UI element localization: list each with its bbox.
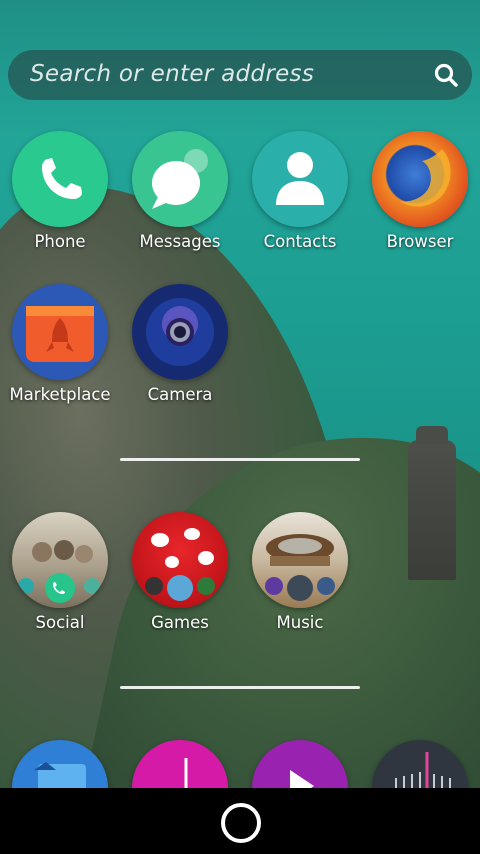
wallpaper-tower bbox=[408, 426, 456, 580]
app-camera[interactable]: Camera bbox=[120, 284, 240, 404]
app-label: Messages bbox=[139, 232, 221, 251]
marketplace-icon bbox=[12, 284, 108, 380]
collection-label: Music bbox=[276, 613, 324, 632]
messages-icon bbox=[132, 131, 228, 227]
collection-label: Social bbox=[35, 613, 85, 632]
social-collection-icon bbox=[12, 512, 108, 608]
contacts-icon bbox=[252, 131, 348, 227]
phone-icon bbox=[12, 131, 108, 227]
search-placeholder: Search or enter address bbox=[30, 61, 315, 87]
collection-label: Games bbox=[151, 613, 209, 632]
search-bar[interactable]: Search or enter address bbox=[8, 50, 472, 100]
firefox-icon bbox=[372, 131, 468, 227]
app-messages[interactable]: Messages bbox=[120, 131, 240, 251]
section-divider bbox=[120, 686, 360, 689]
camera-icon bbox=[132, 284, 228, 380]
music-collection-icon bbox=[252, 512, 348, 608]
games-collection-icon bbox=[132, 512, 228, 608]
app-label: Phone bbox=[34, 232, 86, 251]
app-browser[interactable]: Browser bbox=[360, 131, 480, 251]
app-label: Contacts bbox=[263, 232, 337, 251]
app-label: Camera bbox=[147, 385, 213, 404]
app-label: Browser bbox=[386, 232, 454, 251]
app-marketplace[interactable]: Marketplace bbox=[0, 284, 120, 404]
home-button-icon[interactable] bbox=[221, 803, 261, 843]
app-contacts[interactable]: Contacts bbox=[240, 131, 360, 251]
app-label: Marketplace bbox=[9, 385, 111, 404]
collection-music[interactable]: Music bbox=[240, 512, 360, 632]
collection-social[interactable]: Social bbox=[0, 512, 120, 632]
section-divider bbox=[120, 458, 360, 461]
collection-games[interactable]: Games bbox=[120, 512, 240, 632]
app-phone[interactable]: Phone bbox=[0, 131, 120, 251]
search-icon[interactable] bbox=[434, 63, 458, 87]
